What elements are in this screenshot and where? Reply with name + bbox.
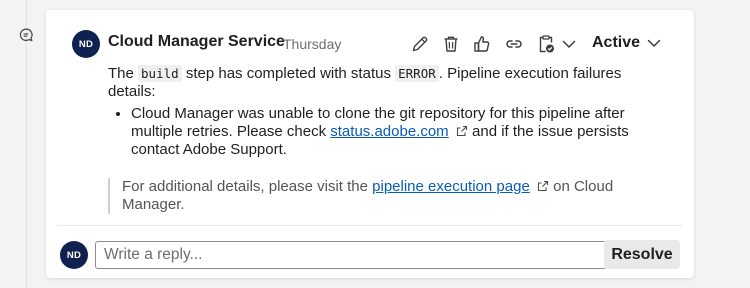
edit-icon[interactable]: [410, 34, 430, 54]
pipeline-execution-link[interactable]: pipeline execution page: [372, 178, 530, 195]
reply-input[interactable]: [95, 241, 607, 269]
chevron-down-icon[interactable]: [559, 34, 579, 54]
reply-avatar: ND: [60, 241, 88, 269]
status-link[interactable]: status.adobe.com: [330, 123, 448, 140]
inline-code-status: ERROR: [395, 65, 439, 82]
divider: [58, 225, 682, 226]
status-label: Active: [592, 34, 641, 51]
chevron-down-icon: [647, 39, 661, 47]
blockquote: For additional details, please visit the…: [108, 178, 642, 214]
status-dropdown[interactable]: Active: [592, 34, 662, 52]
bullet-list: Cloud Manager was unable to clone the gi…: [108, 105, 668, 159]
comment-card: ND Cloud Manager Service Thursday Active…: [46, 10, 694, 278]
avatar: ND: [72, 30, 100, 58]
comment-intro: The build step has completed with status…: [108, 65, 622, 100]
author-name: Cloud Manager Service: [108, 33, 285, 50]
comment-date: Thursday: [283, 36, 342, 52]
comment-icon[interactable]: [18, 27, 34, 43]
comment-body: The build step has completed with status…: [108, 65, 668, 159]
delete-icon[interactable]: [441, 34, 461, 54]
thumbs-up-icon[interactable]: [472, 34, 492, 54]
external-link-icon: [537, 180, 549, 192]
link-icon[interactable]: [504, 34, 524, 54]
external-link-icon: [456, 125, 467, 137]
clipboard-check-icon[interactable]: [536, 34, 556, 54]
resolve-button[interactable]: Resolve: [604, 240, 680, 269]
thread-gutter-line: [26, 0, 27, 288]
inline-code-step: build: [138, 65, 182, 82]
list-item: Cloud Manager was unable to clone the gi…: [131, 105, 668, 159]
